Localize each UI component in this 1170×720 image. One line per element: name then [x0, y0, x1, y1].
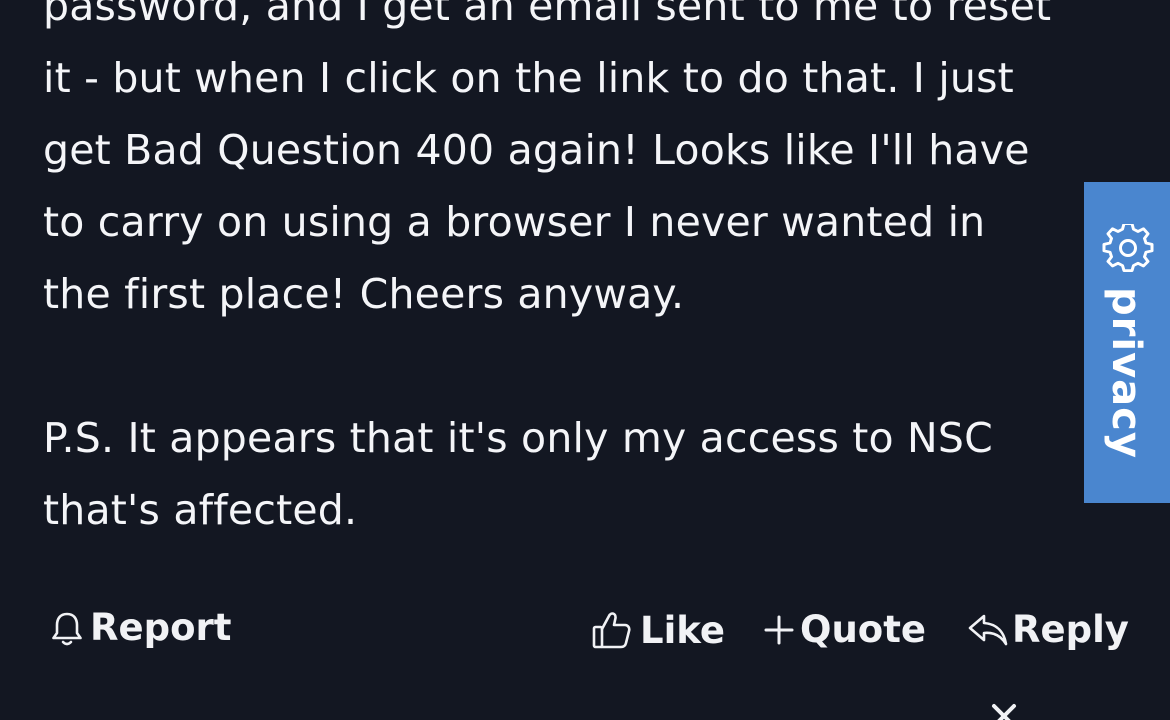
reply-button[interactable]: Reply [966, 608, 1129, 651]
report-button[interactable]: Report [50, 606, 231, 649]
gear-icon [1102, 222, 1154, 280]
post-actions-bar: Report Like Quote Reply [0, 600, 1170, 670]
post-text-line: the first place! Cheers anyway. [43, 270, 685, 318]
post-text-line: P.S. It appears that it's only my access… [43, 414, 993, 462]
bell-icon [50, 608, 84, 648]
reply-label: Reply [1012, 608, 1129, 651]
plus-icon [762, 613, 796, 647]
report-label: Report [90, 606, 232, 649]
privacy-label: privacy [1103, 287, 1149, 459]
post-text-line: to carry on using a browser I never want… [43, 198, 986, 246]
reply-arrow-icon [966, 610, 1010, 650]
close-icon[interactable] [990, 700, 1018, 720]
quote-button[interactable]: Quote [762, 608, 926, 651]
post-text-line: that's affected. [43, 486, 358, 534]
quote-label: Quote [800, 608, 926, 651]
thumbs-up-icon [590, 608, 634, 652]
post-text-line: it - but when I click on the link to do … [43, 54, 1014, 102]
post-text-line: get Bad Question 400 again! Looks like I… [43, 126, 1030, 174]
like-label: Like [640, 608, 725, 652]
like-button[interactable]: Like [590, 608, 725, 652]
privacy-settings-tab[interactable]: privacy [1084, 182, 1170, 503]
post-body: password, and I get an email sent to me … [43, 0, 1083, 546]
post-text-line: password, and I get an email sent to me … [43, 0, 1052, 30]
